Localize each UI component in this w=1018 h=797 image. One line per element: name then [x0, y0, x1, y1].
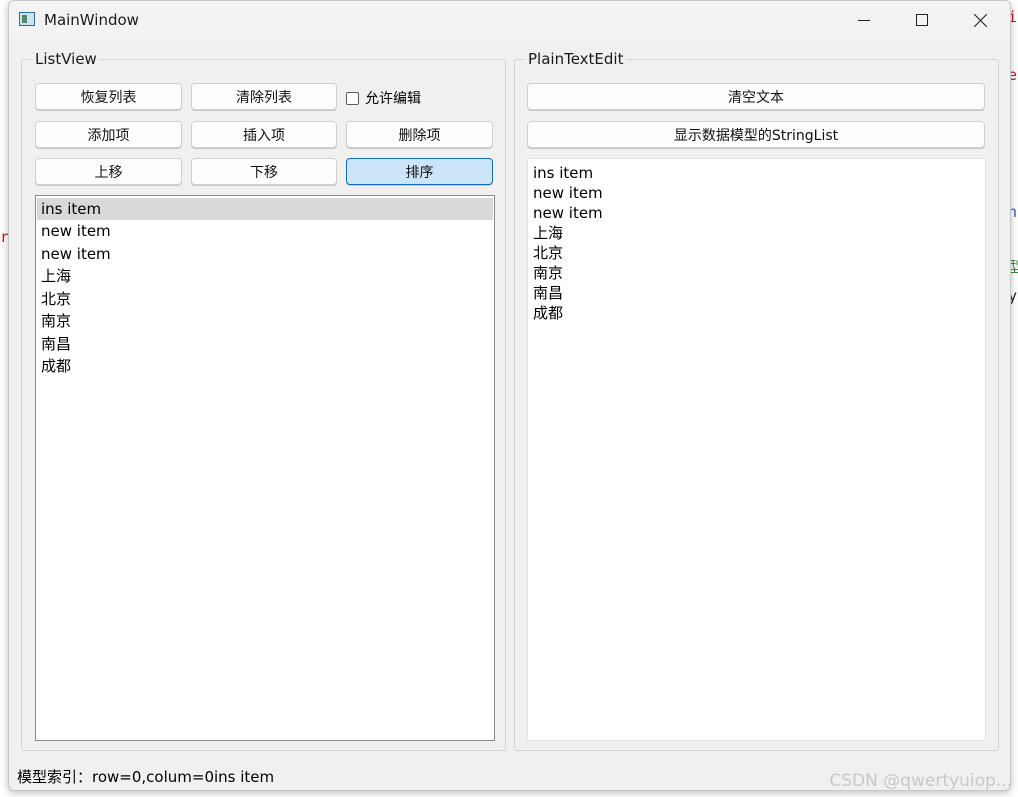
- text-line: 南昌: [533, 284, 564, 302]
- text-line: 北京: [533, 244, 564, 262]
- list-item[interactable]: 成都: [37, 355, 493, 377]
- insert-item-button[interactable]: 插入项: [191, 121, 337, 148]
- allow-edit-label: 允许编辑: [365, 91, 421, 107]
- clear-text-button[interactable]: 清空文本: [527, 83, 985, 110]
- text-line: 成都: [533, 304, 564, 322]
- title-bar[interactable]: MainWindow: [9, 1, 1010, 39]
- text-line: 南京: [533, 264, 564, 282]
- checkbox-box[interactable]: [346, 91, 359, 105]
- text-line: new item: [533, 204, 603, 222]
- listview-group: ListView 恢复列表 清除列表 允许编辑 添加项 插入项 删除项 上移 下…: [21, 50, 506, 751]
- list-item[interactable]: 北京: [37, 288, 493, 310]
- app-window-icon: [19, 12, 35, 26]
- listview-group-title: ListView: [32, 50, 100, 68]
- close-button[interactable]: [951, 1, 1009, 39]
- sort-button[interactable]: 排序: [346, 158, 493, 185]
- show-stringlist-button[interactable]: 显示数据模型的StringList: [527, 121, 985, 148]
- list-item[interactable]: 南昌: [37, 333, 493, 355]
- plain-text-edit[interactable]: ins item new item new item 上海 北京 南京 南昌 成…: [527, 158, 986, 741]
- status-bar-text: 模型索引：row=0,colum=0ins item: [17, 768, 275, 786]
- delete-item-button[interactable]: 删除项: [346, 121, 493, 148]
- minimize-icon: [858, 20, 870, 21]
- list-item[interactable]: 上海: [37, 265, 493, 287]
- plaintextedit-group: PlainTextEdit 清空文本 显示数据模型的StringList ins…: [514, 50, 999, 751]
- maximize-button[interactable]: [893, 1, 951, 39]
- list-item[interactable]: new item: [37, 243, 493, 265]
- text-line: ins item: [533, 164, 594, 182]
- list-view[interactable]: ins item new item new item 上海 北京 南京 南昌 成…: [35, 195, 495, 741]
- text-line: new item: [533, 184, 603, 202]
- move-down-button[interactable]: 下移: [191, 158, 337, 185]
- text-line: 上海: [533, 224, 564, 242]
- list-item[interactable]: ins item: [37, 198, 493, 220]
- restore-list-button[interactable]: 恢复列表: [35, 83, 182, 110]
- list-item[interactable]: 南京: [37, 310, 493, 332]
- list-item[interactable]: new item: [37, 220, 493, 242]
- plaintextedit-group-title: PlainTextEdit: [525, 50, 627, 68]
- window-title: MainWindow: [44, 11, 139, 29]
- main-window: MainWindow ListView 恢复列表 清除列表 允许编辑 添加项 插…: [8, 0, 1011, 791]
- add-item-button[interactable]: 添加项: [35, 121, 182, 148]
- minimize-button[interactable]: [835, 1, 893, 39]
- close-icon: [973, 13, 987, 27]
- watermark: CSDN @qwertyuiop...: [829, 771, 1012, 791]
- move-up-button[interactable]: 上移: [35, 158, 182, 185]
- allow-edit-checkbox[interactable]: 允许编辑: [346, 88, 421, 108]
- maximize-icon: [916, 14, 928, 26]
- clear-list-button[interactable]: 清除列表: [191, 83, 337, 110]
